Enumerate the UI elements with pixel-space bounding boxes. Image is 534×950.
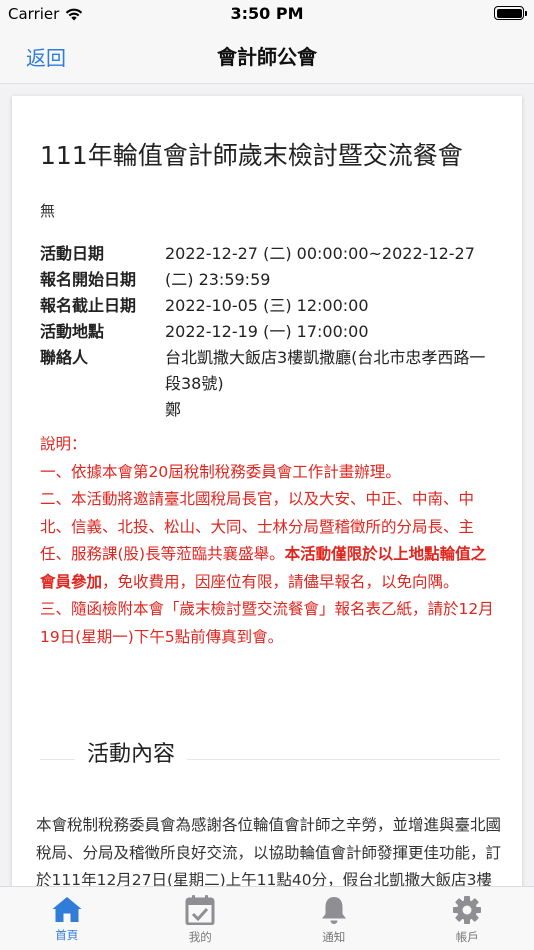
info-row: 活動地點 2022-12-19 (一) 17:00:00 bbox=[40, 319, 500, 345]
event-description: 本會稅制稅務委員會為感謝各位輪值會計師之辛勞，並增進與臺北國稅局、分局及稽徵所良… bbox=[36, 816, 502, 886]
gear-icon bbox=[453, 896, 482, 924]
event-title: 111年輪值會計師歲末檢討暨交流餐會 bbox=[40, 141, 463, 170]
bell-icon bbox=[321, 897, 346, 924]
event-notes: 說明： 一、依據本會第20屆稅制稅務委員會工作計畫辦理。 二、本活動將邀請臺北國… bbox=[40, 431, 500, 651]
navigation-bar: 返回 會計師公會 bbox=[0, 28, 534, 84]
info-label: 報名開始日期 bbox=[40, 270, 137, 289]
info-label: 活動日期 bbox=[40, 244, 105, 263]
notes-item-1: 一、依據本會第20屆稅制稅務委員會工作計畫辦理。 bbox=[40, 462, 401, 481]
info-row: 報名截止日期 2022-10-05 (三) 12:00:00 bbox=[40, 293, 500, 319]
tab-mine[interactable]: 我的 bbox=[134, 887, 268, 950]
status-bar: Carrier 3:50 PM bbox=[0, 0, 534, 28]
info-value: 2022-12-27 (二) 00:00:00~2022-12-27 bbox=[165, 244, 475, 263]
tab-label: 通知 bbox=[322, 930, 346, 944]
tab-bar: 首頁 我的 通知 帳戶 bbox=[0, 886, 534, 950]
back-button[interactable]: 返回 bbox=[26, 42, 66, 71]
tab-label: 首頁 bbox=[55, 928, 79, 942]
calendar-check-icon bbox=[185, 895, 215, 925]
event-detail-card: 111年輪值會計師歲末檢討暨交流餐會 無 活動日期 2022-12-27 (二)… bbox=[12, 96, 522, 886]
info-value: 2022-12-19 (一) 17:00:00 bbox=[165, 322, 369, 341]
notes-item-2: 二、本活動將邀請臺北國稅局長官，以及大安、中正、中南、中北、信義、北投、松山、大… bbox=[40, 486, 500, 596]
notes-heading: 說明： bbox=[40, 435, 87, 453]
tab-label: 我的 bbox=[188, 930, 212, 944]
contact-name: 鄭 bbox=[165, 400, 182, 419]
tab-home[interactable]: 首頁 bbox=[0, 887, 134, 950]
info-label: 活動地點 bbox=[40, 322, 105, 341]
battery-icon bbox=[494, 6, 527, 20]
section-header: 活動內容 bbox=[40, 736, 500, 768]
home-icon bbox=[52, 897, 82, 922]
event-subtitle: 無 bbox=[40, 202, 56, 220]
notes-item-3: 三、隨函檢附本會「歲末檢討暨交流餐會」報名表乙紙，請於12月19日(星期一)下午… bbox=[40, 600, 494, 646]
info-label: 報名截止日期 bbox=[40, 296, 137, 315]
page-title: 會計師公會 bbox=[217, 45, 317, 69]
tab-account[interactable]: 帳戶 bbox=[401, 887, 534, 950]
info-value: (二) 23:59:59 bbox=[165, 270, 271, 289]
info-label: 聯絡人 bbox=[40, 348, 89, 367]
clock: 3:50 PM bbox=[230, 4, 304, 23]
info-row: 報名開始日期 (二) 23:59:59 bbox=[40, 267, 500, 293]
info-row: 活動日期 2022-12-27 (二) 00:00:00~2022-12-27 bbox=[40, 241, 500, 267]
event-info-table: 活動日期 2022-12-27 (二) 00:00:00~2022-12-27 … bbox=[40, 241, 500, 423]
tab-notifications[interactable]: 通知 bbox=[267, 887, 401, 950]
info-row: 聯絡人 台北凱撒大飯店3樓凱撒廳(台北市忠孝西路一段38號) bbox=[40, 345, 500, 397]
tab-label: 帳戶 bbox=[455, 930, 479, 944]
content-scroll-area[interactable]: 111年輪值會計師歲末檢討暨交流餐會 無 活動日期 2022-12-27 (二)… bbox=[0, 84, 534, 886]
notes-item-2-tail: ，免收費用，因座位有限，請儘早報名，以免向隅。 bbox=[102, 572, 459, 591]
info-value: 台北凱撒大飯店3樓凱撒廳(台北市忠孝西路一段38號) bbox=[165, 348, 486, 393]
section-title: 活動內容 bbox=[75, 736, 188, 768]
info-value: 2022-10-05 (三) 12:00:00 bbox=[165, 296, 369, 315]
